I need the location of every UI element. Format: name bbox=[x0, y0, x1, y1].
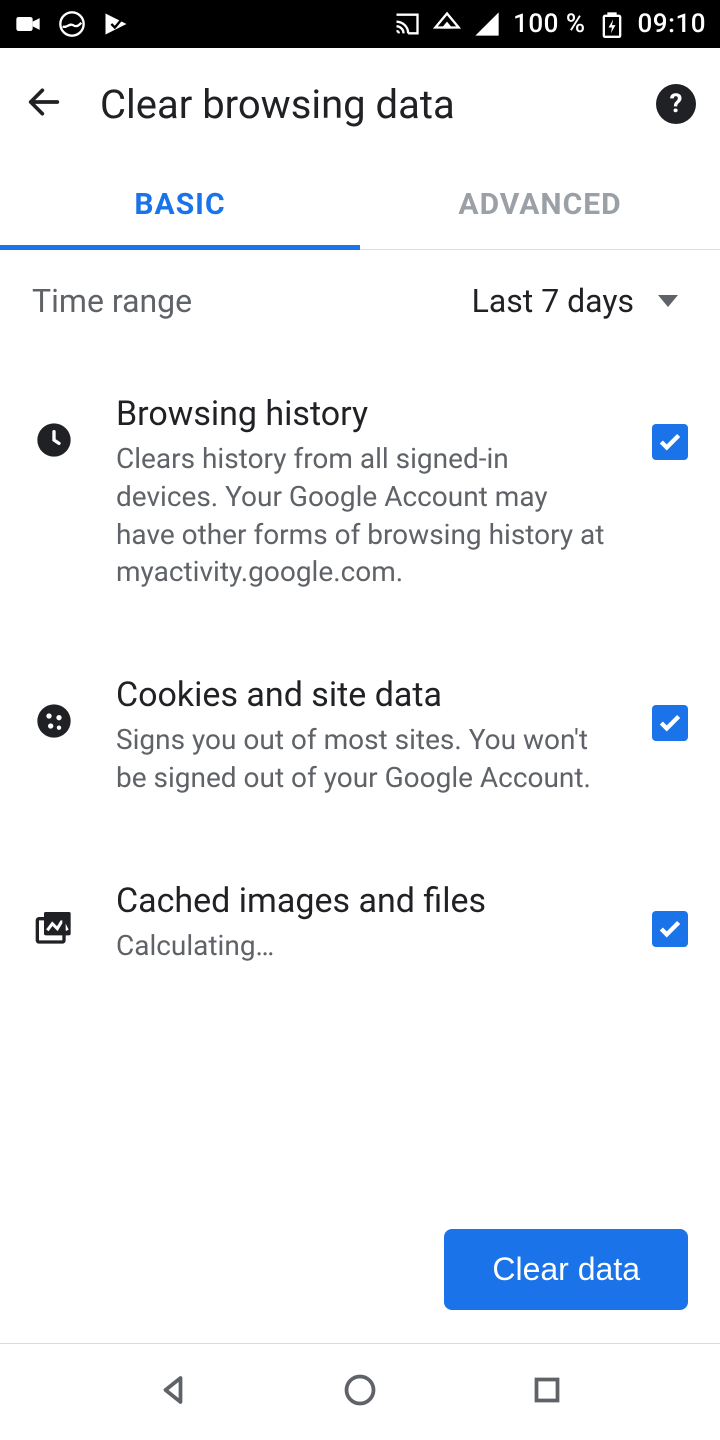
nav-recent-button[interactable] bbox=[529, 1372, 565, 1412]
page-title: Clear browsing data bbox=[100, 81, 620, 128]
tab-basic-label: BASIC bbox=[134, 187, 225, 222]
system-nav-bar bbox=[0, 1344, 720, 1440]
time-range-label: Time range bbox=[32, 282, 192, 320]
clock-time: 09:10 bbox=[638, 9, 706, 39]
clock-icon bbox=[32, 394, 76, 460]
triangle-back-icon bbox=[155, 1372, 191, 1408]
clear-data-button[interactable]: Clear data bbox=[444, 1229, 688, 1310]
checkbox-browsing-history[interactable] bbox=[652, 424, 688, 460]
time-range-dropdown[interactable]: Time range Last 7 days bbox=[0, 250, 720, 352]
images-icon bbox=[32, 881, 76, 947]
option-title: Cookies and site data bbox=[116, 675, 612, 715]
tabs: BASIC ADVANCED bbox=[0, 160, 720, 250]
check-icon bbox=[657, 429, 683, 455]
time-range-value: Last 7 days bbox=[472, 282, 634, 320]
option-desc: Signs you out of most sites. You won't b… bbox=[116, 721, 612, 797]
option-cookies[interactable]: Cookies and site data Signs you out of m… bbox=[32, 633, 688, 839]
chevron-down-icon bbox=[658, 295, 678, 307]
tab-advanced[interactable]: ADVANCED bbox=[360, 160, 720, 249]
option-title: Cached images and files bbox=[116, 881, 612, 921]
checkbox-cookies[interactable] bbox=[652, 705, 688, 741]
option-cache[interactable]: Cached images and files Calculating… bbox=[32, 839, 688, 1007]
option-title: Browsing history bbox=[116, 394, 612, 434]
option-browsing-history[interactable]: Browsing history Clears history from all… bbox=[32, 352, 688, 633]
option-desc: Clears history from all signed-in device… bbox=[116, 440, 612, 591]
circle-home-icon bbox=[342, 1372, 378, 1408]
cast-icon bbox=[393, 10, 421, 38]
nav-back-button[interactable] bbox=[155, 1372, 191, 1412]
battery-percent: 100 % bbox=[513, 9, 585, 39]
app-bar: Clear browsing data ? bbox=[0, 48, 720, 160]
cookie-icon bbox=[32, 675, 76, 741]
video-icon bbox=[14, 10, 42, 38]
help-button[interactable]: ? bbox=[656, 84, 696, 124]
nav-home-button[interactable] bbox=[342, 1372, 378, 1412]
wifi-icon bbox=[433, 10, 461, 38]
tab-basic[interactable]: BASIC bbox=[0, 160, 360, 249]
arrow-left-icon bbox=[24, 82, 64, 122]
checkbox-cache[interactable] bbox=[652, 911, 688, 947]
check-icon bbox=[657, 916, 683, 942]
question-icon: ? bbox=[670, 89, 683, 119]
play-check-icon bbox=[102, 10, 130, 38]
status-bar: 100 % 09:10 bbox=[0, 0, 720, 48]
back-button[interactable] bbox=[24, 82, 64, 126]
battery-charging-icon bbox=[598, 10, 626, 38]
signal-icon bbox=[473, 10, 501, 38]
globe-icon bbox=[58, 10, 86, 38]
option-desc: Calculating… bbox=[116, 927, 612, 965]
tab-advanced-label: ADVANCED bbox=[458, 187, 621, 222]
square-recent-icon bbox=[529, 1372, 565, 1408]
check-icon bbox=[657, 710, 683, 736]
